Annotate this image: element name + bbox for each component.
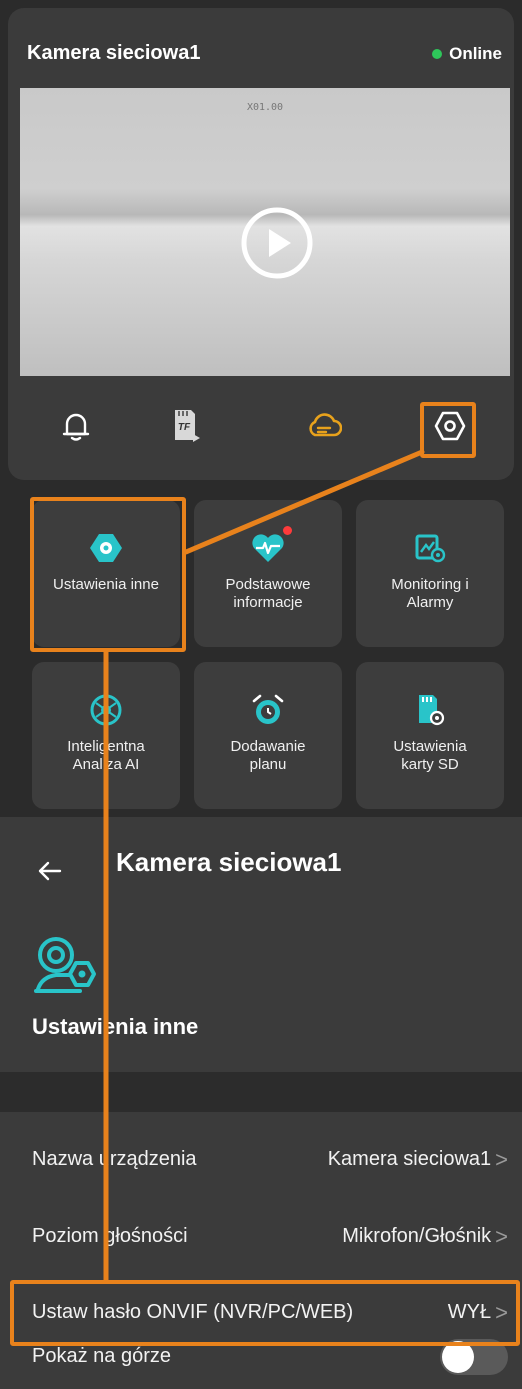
video-caption: X01.00 [246, 102, 284, 113]
tile-other-settings[interactable]: Ustawienia inne [32, 500, 180, 647]
row-label: Nazwa urządzenia [32, 1148, 197, 1170]
camera-settings-icon [34, 937, 96, 993]
chevron-right-icon: > [495, 1223, 508, 1249]
camera-header: Kamera sieciowa1 Online [8, 8, 514, 88]
tile-ai-analysis[interactable]: Inteligentna Analiza AI [32, 662, 180, 809]
row-value: WYŁ > [448, 1300, 508, 1326]
status-badge: Online [432, 44, 502, 64]
row-label: Pokaż na górze [32, 1345, 171, 1367]
chevron-right-icon: > [495, 1146, 508, 1172]
notification-dot [283, 526, 292, 535]
tf-card-badge: TF [178, 422, 191, 433]
camera-actions: TF [8, 376, 514, 480]
page-title: Kamera sieciowa1 [116, 847, 342, 877]
ai-brain-icon [88, 692, 124, 728]
section-divider [0, 1072, 522, 1112]
row-value-text: Kamera sieciowa1 [327, 1148, 492, 1170]
tile-basic-info[interactable]: Podstawowe informacje [194, 500, 342, 647]
settings-hex-icon[interactable] [430, 406, 470, 446]
row-value-text: WYŁ [447, 1301, 492, 1323]
tile-label: Podstawowe informacje [225, 576, 311, 611]
back-arrow-icon[interactable] [36, 857, 64, 885]
alarm-clock-icon [250, 692, 286, 728]
status-text: Online [449, 44, 502, 63]
tf-card-icon[interactable]: TF [165, 406, 205, 446]
row-show-on-top: Pokaż na górze [0, 1325, 522, 1388]
heart-pulse-icon [250, 526, 292, 566]
tile-label: Ustawienia inne [53, 576, 159, 593]
tile-monitoring-alarms[interactable]: Monitoring i Alarmy [356, 500, 504, 647]
section-title: Ustawienia inne [32, 1014, 199, 1039]
bell-icon[interactable] [56, 406, 96, 446]
monitoring-icon [412, 530, 448, 566]
sd-card-settings-icon [412, 692, 448, 728]
row-volume-level[interactable]: Poziom głośności Mikrofon/Głośnik > [0, 1205, 522, 1268]
tile-add-plan[interactable]: Dodawanie planu [194, 662, 342, 809]
row-label: Ustaw hasło ONVIF (NVR/PC/WEB) [32, 1301, 354, 1323]
camera-card: Kamera sieciowa1 Online X01.00 TF [8, 8, 514, 480]
play-icon[interactable] [240, 206, 314, 280]
show-on-top-toggle[interactable] [440, 1338, 508, 1375]
tile-label: Ustawienia karty SD [393, 738, 467, 773]
other-settings-icon [88, 530, 124, 566]
online-dot-icon [432, 49, 443, 59]
row-device-name[interactable]: Nazwa urządzenia Kamera sieciowa1 > [0, 1128, 522, 1191]
row-value: Kamera sieciowa1 > [328, 1147, 508, 1173]
cloud-icon[interactable] [304, 406, 344, 446]
camera-title: Kamera sieciowa1 [27, 42, 201, 64]
tile-label: Inteligentna Analiza AI [67, 738, 145, 773]
tile-label: Monitoring i Alarmy [391, 576, 469, 611]
row-label: Poziom głośności [32, 1225, 188, 1247]
chevron-right-icon: > [495, 1299, 508, 1325]
row-value: Mikrofon/Głośnik > [342, 1224, 508, 1250]
video-preview[interactable]: X01.00 [20, 88, 510, 376]
row-value-text: Mikrofon/Głośnik [342, 1225, 492, 1247]
toggle-knob [442, 1340, 474, 1373]
settings-panel: Kamera sieciowa1 Ustawienia inne Nazwa u… [0, 817, 522, 1389]
tile-label: Dodawanie planu [230, 738, 306, 773]
tile-sd-card-settings[interactable]: Ustawienia karty SD [356, 662, 504, 809]
